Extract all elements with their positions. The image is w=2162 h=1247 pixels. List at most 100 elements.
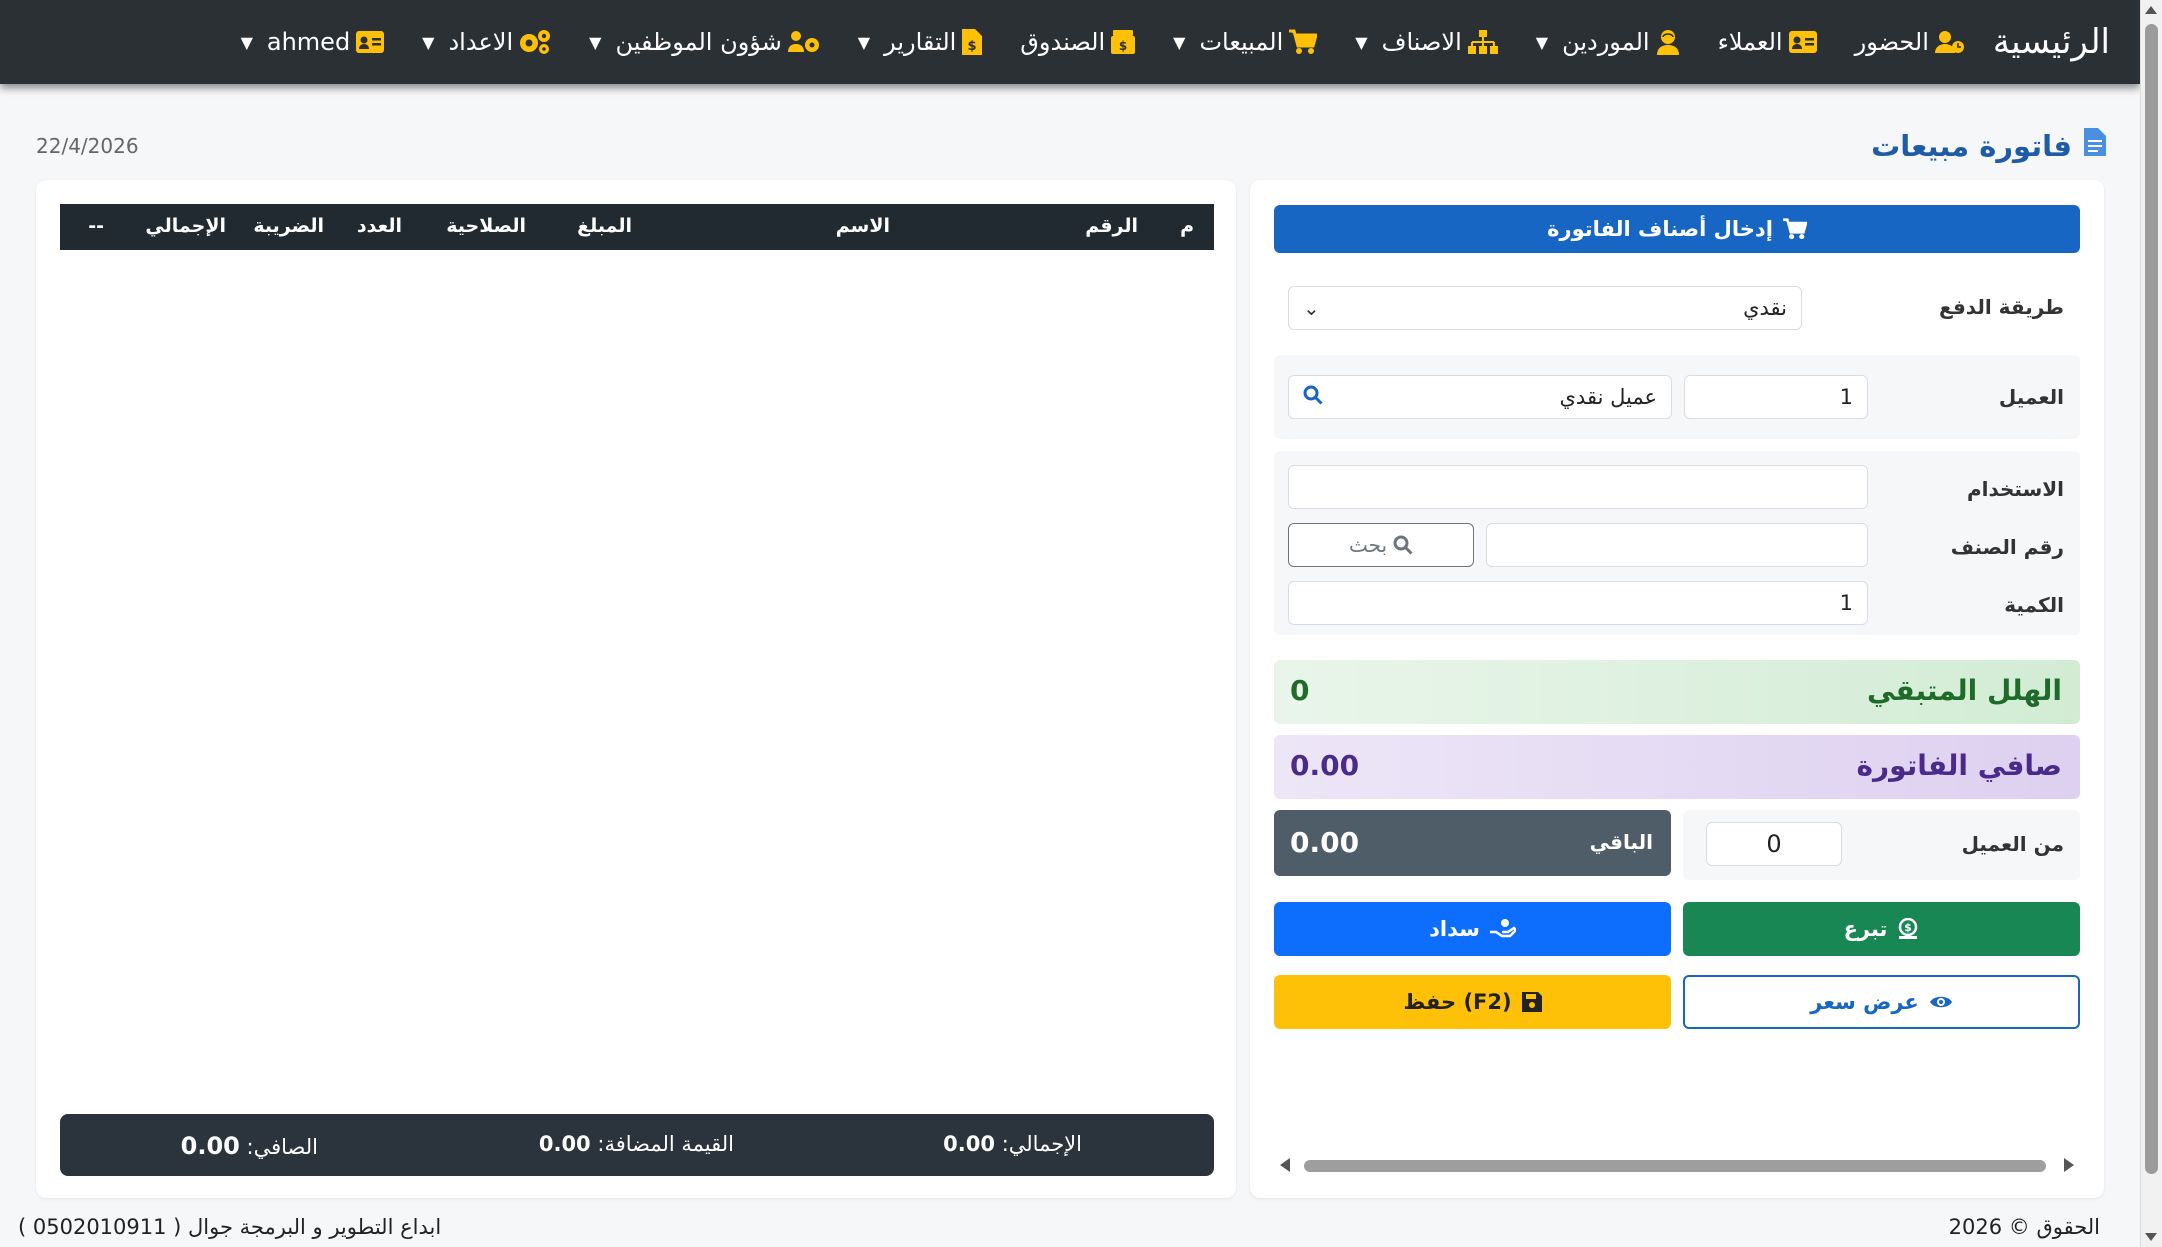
net-invoice-value: 0.00: [1290, 749, 1360, 782]
customer-label: العميل: [1998, 385, 2064, 409]
scroll-left-arrow-icon[interactable]: [1280, 1158, 1290, 1172]
nav-item-user[interactable]: ahmed ▼: [241, 28, 385, 56]
net-invoice-bar: صافي الفاتورة 0.00: [1274, 735, 2080, 799]
item-number-label: رقم الصنف: [1950, 535, 2064, 559]
page-scrollbar[interactable]: [2140, 0, 2162, 1247]
scroll-up-arrow-icon[interactable]: [2145, 6, 2157, 14]
invoice-items-panel: م الرقم الاسم المبلغ الصلاحية العدد الضر…: [36, 180, 1236, 1198]
nav-item-items[interactable]: الاصناف ▼: [1355, 28, 1498, 56]
remaining-label: الباقي: [1589, 830, 1653, 854]
item-number-input[interactable]: [1486, 523, 1868, 567]
cart-icon: [1289, 29, 1318, 55]
nav-item-reports[interactable]: $ التقارير ▼: [858, 28, 983, 56]
svg-text:$: $: [1905, 921, 1913, 934]
scrollbar-thumb[interactable]: [1304, 1160, 2046, 1172]
item-search-button[interactable]: بحث: [1288, 523, 1474, 567]
enter-invoice-items-button[interactable]: إدخال أصناف الفاتورة: [1274, 205, 2080, 253]
customer-row: العميل 1 عميل نقدي: [1274, 355, 2080, 439]
chevron-down-icon: ⌄: [1303, 296, 1320, 320]
user-tie-icon: [1656, 29, 1680, 55]
developer-credit: ابداع التطوير و البرمجة جوال ( 050201091…: [18, 1215, 442, 1239]
chevron-down-icon: ▼: [1355, 32, 1368, 52]
chevron-down-icon: ▼: [589, 32, 602, 52]
chevron-down-icon: ▼: [422, 32, 435, 52]
customer-name-input[interactable]: عميل نقدي: [1288, 375, 1672, 419]
from-customer-row: من العميل 0: [1683, 810, 2080, 880]
hand-money-icon: [1489, 918, 1516, 940]
scroll-right-arrow-icon[interactable]: [2064, 1158, 2074, 1172]
svg-text:$: $: [1119, 39, 1127, 53]
barcode-input[interactable]: [1288, 465, 1868, 509]
svg-text:$: $: [968, 39, 977, 54]
col-name: الاسم: [835, 215, 890, 237]
col-index: م: [1180, 215, 1194, 237]
col-amount: المبلغ: [577, 215, 632, 237]
donate-button[interactable]: $ تبرع: [1683, 902, 2080, 956]
sitemap-icon: [1467, 30, 1498, 54]
id-card-icon: [1788, 31, 1817, 53]
page-footer: الحقوق © 2026 ابداع التطوير و البرمجة جو…: [0, 1209, 2140, 1247]
chevron-down-icon: ▼: [240, 32, 253, 52]
barcode-label: الاستخدام: [1966, 477, 2064, 501]
form-horizontal-scrollbar[interactable]: [1274, 1154, 2080, 1174]
nav-item-customers[interactable]: العملاء: [1718, 28, 1817, 56]
invoice-form-panel: إدخال أصناف الفاتورة طريقة الدفع نقدي ⌄ …: [1250, 180, 2104, 1198]
nav-item-cashbox[interactable]: $ الصندوق: [1020, 28, 1136, 56]
vat-summary: القيمة المضافة: 0.00: [538, 1132, 734, 1156]
from-customer-input[interactable]: 0: [1706, 822, 1842, 866]
user-card-icon: [356, 31, 385, 53]
donate-icon: $: [1897, 918, 1919, 940]
save-button[interactable]: (F2) حفظ: [1274, 975, 1671, 1029]
cart-plus-icon: [1783, 218, 1807, 240]
search-icon: [1393, 535, 1413, 555]
chevron-down-icon: ▼: [1173, 32, 1186, 52]
nav-item-attendance[interactable]: الحضور: [1855, 28, 1965, 56]
page-title: فاتورة مبيعات: [1871, 128, 2106, 163]
remaining-halalas-label: الهلل المتبقي: [1867, 674, 2062, 707]
pay-button[interactable]: سداد: [1274, 902, 1671, 956]
col-total: الإجمالي: [145, 215, 226, 237]
brand-home-link[interactable]: الرئيسية: [1993, 22, 2110, 62]
price-quote-button[interactable]: عرض سعر: [1683, 975, 2080, 1029]
top-navbar: الرئيسية الحضور العملاء الموردين ▼ الاصن: [0, 0, 2140, 84]
net-summary: الصافي: 0.00: [180, 1132, 318, 1160]
remaining-value: 0.00: [1290, 826, 1360, 859]
col-number: الرقم: [1085, 215, 1138, 237]
users-clock-icon: [1934, 29, 1965, 55]
nav-item-settings[interactable]: الاعداد ▼: [422, 28, 551, 56]
payment-method-label: طريقة الدفع: [1939, 295, 2064, 319]
users-cog-icon: [787, 30, 820, 54]
copyright-text: الحقوق © 2026: [1948, 1215, 2100, 1239]
gears-icon: [519, 29, 551, 55]
col-actions: --: [88, 215, 104, 237]
search-icon[interactable]: [1303, 385, 1323, 410]
nav-item-suppliers[interactable]: الموردين ▼: [1536, 28, 1680, 56]
totals-bar: الإجمالي: 0.00 القيمة المضافة: 0.00 الصا…: [60, 1114, 1214, 1176]
chevron-down-icon: ▼: [1535, 32, 1549, 52]
nav-item-sales[interactable]: المبيعات ▼: [1173, 28, 1318, 56]
items-table-header: م الرقم الاسم المبلغ الصلاحية العدد الضر…: [60, 204, 1214, 250]
quantity-input[interactable]: 1: [1288, 581, 1868, 625]
col-count: العدد: [356, 215, 402, 237]
chevron-down-icon: ▼: [857, 32, 871, 52]
customer-id-input[interactable]: 1: [1684, 375, 1868, 419]
eye-icon: [1929, 993, 1953, 1011]
invoice-file-icon: [2084, 128, 2106, 163]
save-icon: [1521, 992, 1542, 1012]
net-invoice-label: صافي الفاتورة: [1856, 749, 2062, 782]
remaining-halalas-value: 0: [1290, 674, 1310, 707]
col-tax: الضريبة: [253, 215, 324, 237]
col-expiry: الصلاحية: [446, 215, 526, 237]
nav-item-hr[interactable]: شؤون الموظفين ▼: [589, 28, 820, 56]
quantity-label: الكمية: [2004, 593, 2064, 617]
invoice-date: 22/4/2026: [36, 134, 139, 158]
total-summary: الإجمالي: 0.00: [943, 1132, 1082, 1156]
payment-method-row: طريقة الدفع نقدي ⌄: [1274, 271, 2080, 343]
scroll-down-arrow-icon[interactable]: [2145, 1233, 2157, 1241]
remaining-amount-box: الباقي 0.00: [1274, 810, 1671, 876]
payment-method-select[interactable]: نقدي ⌄: [1288, 286, 1802, 330]
remaining-halalas-bar: الهلل المتبقي 0: [1274, 660, 2080, 724]
report-icon: $: [962, 29, 983, 55]
item-entry-group: الاستخدام رقم الصنف بحث الكمية 1: [1274, 451, 2080, 635]
scrollbar-thumb[interactable]: [2145, 24, 2158, 1174]
